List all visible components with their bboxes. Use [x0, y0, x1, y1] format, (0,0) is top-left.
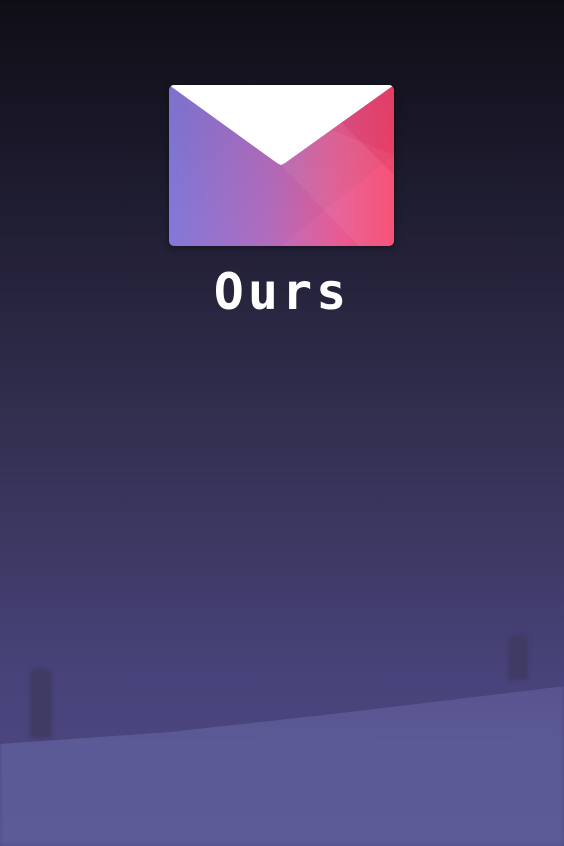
background-post-left: [30, 668, 52, 738]
background-snow: [0, 686, 564, 846]
background-post-right: [508, 634, 528, 680]
app-name: Ours: [213, 263, 351, 321]
envelope-icon: [169, 85, 394, 246]
